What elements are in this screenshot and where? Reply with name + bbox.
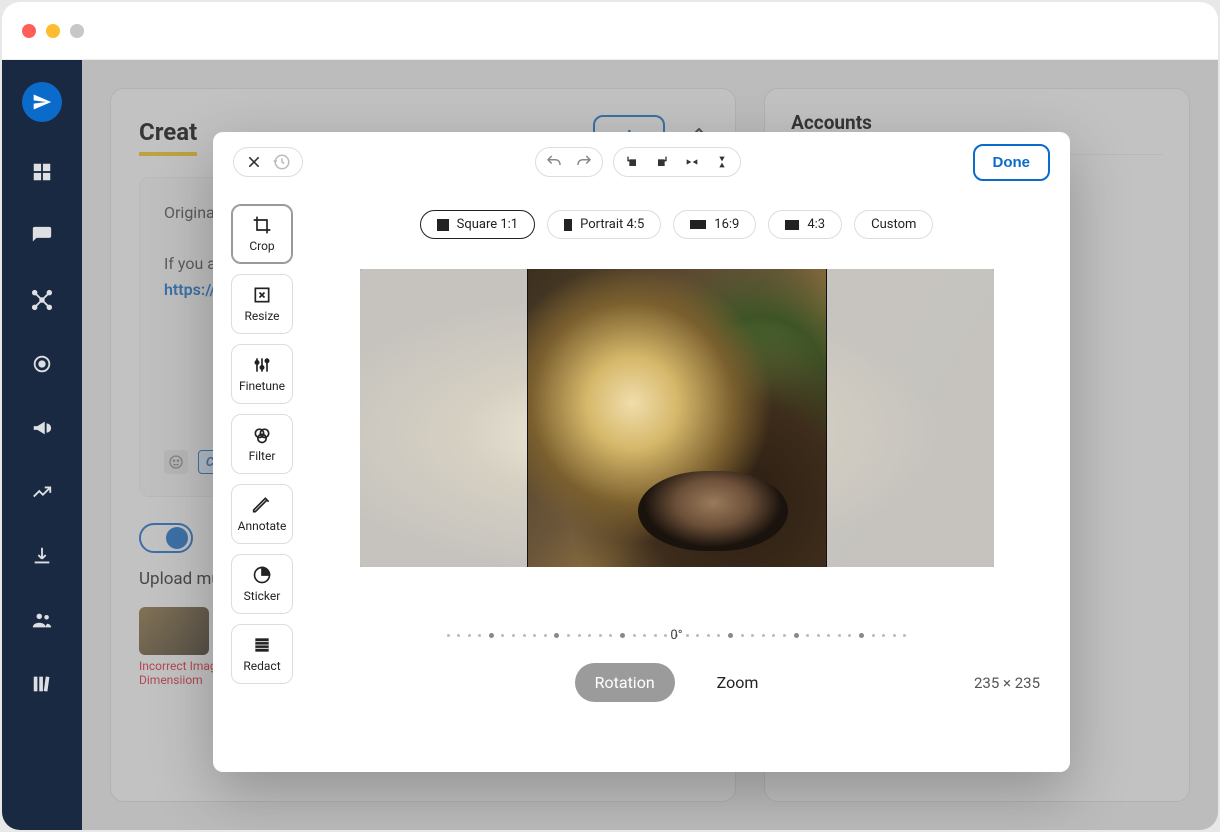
rotate-right-icon[interactable] [652,152,672,172]
close-icon[interactable] [244,152,264,172]
app-window: Creat ule Original If you are https://b [2,2,1218,830]
tool-filter[interactable]: Filter [231,414,293,474]
ratio-wide[interactable]: 16:9 [673,210,756,239]
sidebar-item-comments[interactable] [28,222,56,250]
left-sidebar [2,60,82,830]
sidebar-item-megaphone[interactable] [28,414,56,442]
ratio-custom[interactable]: Custom [854,210,933,239]
close-window-button[interactable] [22,24,36,38]
sidebar-item-network[interactable] [28,286,56,314]
titlebar [2,2,1218,60]
history-icon[interactable] [272,152,292,172]
done-button[interactable]: Done [973,144,1051,181]
redo-icon[interactable] [574,152,594,172]
transform-group [613,147,741,177]
rotation-degree: 0° [670,628,682,643]
maximize-window-button[interactable] [70,24,84,38]
app-body: Creat ule Original If you are https://b [2,60,1218,830]
crop-dimensions: 235 × 235 [974,674,1040,692]
sidebar-item-library[interactable] [28,670,56,698]
mode-rotation[interactable]: Rotation [575,663,675,702]
aspect-ratio-row: Square 1:1 Portrait 4:5 16:9 4:3 Custom [420,210,934,239]
ratio-standard[interactable]: 4:3 [768,210,842,239]
crop-box[interactable] [528,269,826,567]
tool-finetune[interactable]: Finetune [231,344,293,404]
flip-horizontal-icon[interactable] [682,152,702,172]
ratio-square[interactable]: Square 1:1 [420,210,536,239]
sidebar-item-target[interactable] [28,350,56,378]
window-controls [22,24,84,38]
ratio-portrait[interactable]: Portrait 4:5 [547,210,661,239]
rotate-left-icon[interactable] [622,152,642,172]
undo-redo-group [535,147,603,177]
close-history-group [233,147,303,177]
tool-crop[interactable]: Crop [231,204,293,264]
mode-zoom[interactable]: Zoom [697,663,779,702]
tool-sticker[interactable]: Sticker [231,554,293,614]
tool-resize[interactable]: Resize [231,274,293,334]
tool-redact[interactable]: Redact [231,624,293,684]
sidebar-item-compose[interactable] [22,82,62,122]
undo-icon[interactable] [544,152,564,172]
rotation-ruler[interactable]: 0° [447,627,907,643]
sidebar-item-team[interactable] [28,606,56,634]
sidebar-item-analytics[interactable] [28,478,56,506]
tool-annotate[interactable]: Annotate [231,484,293,544]
canvas-area: Square 1:1 Portrait 4:5 16:9 4:3 Custom [303,192,1070,772]
image-editor-modal: Done Crop Resize Finetune [213,132,1070,772]
tool-column: Crop Resize Finetune Filter [213,192,303,772]
mode-row: Rotation Zoom 235 × 235 [313,663,1040,702]
image-stage[interactable] [360,269,994,567]
minimize-window-button[interactable] [46,24,60,38]
sidebar-item-dashboard[interactable] [28,158,56,186]
editor-toolbar: Done [213,132,1070,192]
sidebar-item-download[interactable] [28,542,56,570]
flip-vertical-icon[interactable] [712,152,732,172]
